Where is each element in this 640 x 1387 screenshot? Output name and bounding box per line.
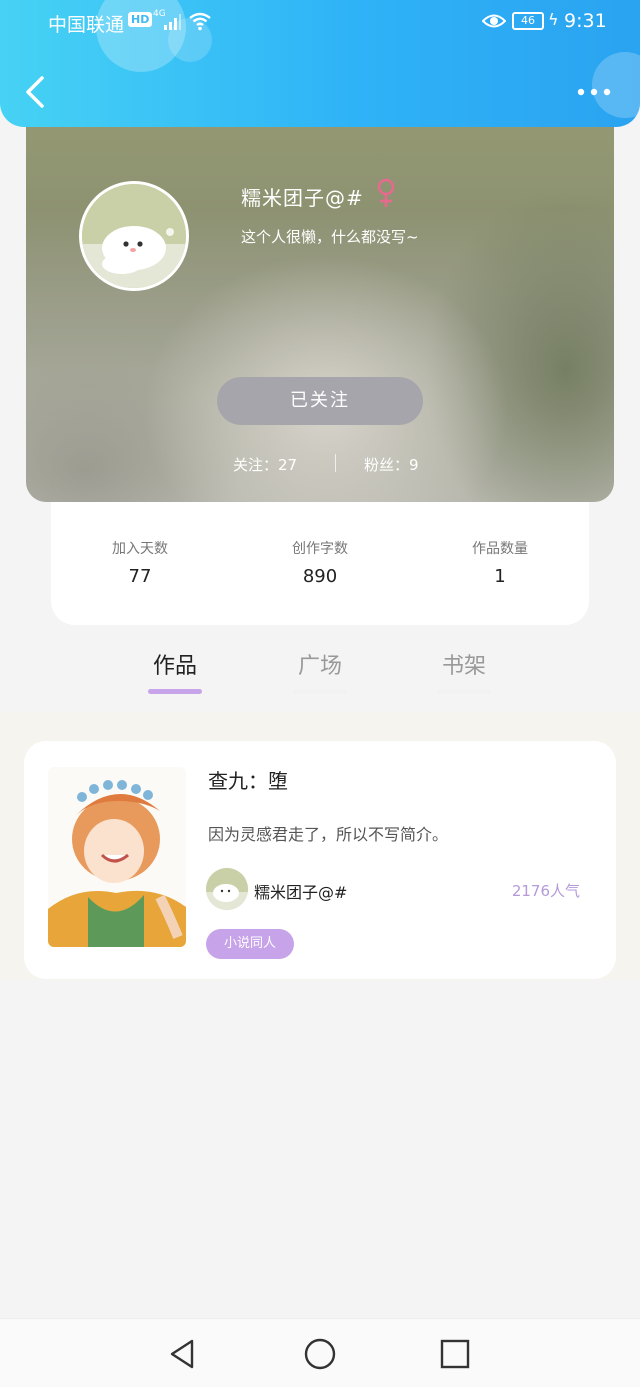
work-description: 因为灵感君走了，所以不写简介。 bbox=[208, 825, 449, 844]
tab-indicator bbox=[148, 689, 202, 694]
tab-works[interactable]: 作品 bbox=[135, 648, 215, 694]
system-nav-bar bbox=[0, 1318, 640, 1387]
status-bar: 中国联通 HD 4G 46 ϟ 9:31 bbox=[0, 0, 640, 44]
follow-button[interactable]: 已关注 bbox=[217, 377, 423, 425]
back-button[interactable] bbox=[22, 74, 48, 110]
stat-value: 77 bbox=[128, 566, 152, 587]
nav-home-button[interactable] bbox=[303, 1337, 337, 1371]
stat-value: 1 bbox=[494, 566, 506, 587]
clock: 9:31 bbox=[564, 10, 607, 32]
work-cover-image bbox=[48, 767, 186, 947]
work-title[interactable]: 查九：堕 bbox=[208, 765, 288, 794]
stat-work-count: 作品数量 1 bbox=[420, 538, 580, 587]
wifi-icon bbox=[189, 12, 211, 31]
nav-back-button[interactable] bbox=[166, 1337, 200, 1371]
avatar-image bbox=[82, 184, 186, 288]
charging-icon: ϟ bbox=[548, 10, 559, 29]
more-dots-icon bbox=[577, 88, 611, 96]
divider bbox=[335, 454, 336, 472]
tab-label: 作品 bbox=[152, 654, 197, 679]
work-card[interactable]: 查九：堕 因为灵感君走了，所以不写简介。 糯米团子@# 2176人气 小说同人 bbox=[24, 741, 616, 979]
hd-badge: HD bbox=[128, 12, 153, 27]
carrier-label: 中国联通 bbox=[48, 14, 125, 36]
profile-bio: 这个人很懒，什么都没写~ bbox=[241, 228, 419, 246]
profile-nickname: 糯米团子@# bbox=[241, 186, 364, 210]
following-count[interactable]: 关注：27 bbox=[233, 454, 297, 475]
author-name[interactable]: 糯米团子@# bbox=[254, 879, 347, 903]
tab-bar: 作品 广场 书架 bbox=[0, 640, 640, 710]
stat-word-count: 创作字数 890 bbox=[240, 538, 400, 587]
tab-indicator bbox=[293, 689, 347, 694]
stat-label: 加入天数 bbox=[112, 541, 168, 557]
tab-bookshelf[interactable]: 书架 bbox=[424, 648, 504, 694]
tab-label: 广场 bbox=[297, 654, 342, 679]
more-button[interactable] bbox=[576, 82, 612, 102]
tab-indicator bbox=[437, 689, 491, 694]
app-header: 中国联通 HD 4G 46 ϟ 9:31 bbox=[0, 0, 640, 127]
tab-label: 书架 bbox=[441, 654, 486, 679]
profile-avatar[interactable] bbox=[79, 181, 189, 291]
tab-square[interactable]: 广场 bbox=[280, 648, 360, 694]
stat-label: 作品数量 bbox=[472, 541, 528, 557]
chevron-left-icon bbox=[26, 76, 44, 108]
circle-home-icon bbox=[304, 1338, 336, 1370]
stat-join-days: 加入天数 77 bbox=[60, 538, 220, 587]
signal-icon bbox=[164, 14, 181, 30]
profile-hero: 糯米团子@# 这个人很懒，什么都没写~ 已关注 关注：27 粉丝：9 bbox=[26, 110, 614, 502]
stat-value: 890 bbox=[302, 566, 338, 587]
author-avatar[interactable] bbox=[206, 868, 248, 910]
fans-count[interactable]: 粉丝：9 bbox=[364, 454, 419, 475]
popularity-count: 2176人气 bbox=[511, 882, 580, 900]
square-recent-icon bbox=[440, 1339, 470, 1369]
eye-comfort-icon bbox=[482, 14, 506, 28]
category-tag[interactable]: 小说同人 bbox=[206, 929, 294, 959]
battery-level: 46 bbox=[512, 12, 544, 30]
nav-recent-button[interactable] bbox=[438, 1337, 472, 1371]
stat-label: 创作字数 bbox=[292, 541, 348, 557]
female-icon bbox=[377, 178, 395, 207]
stats-card: 加入天数 77 创作字数 890 作品数量 1 bbox=[51, 490, 589, 625]
triangle-back-icon bbox=[170, 1339, 194, 1369]
